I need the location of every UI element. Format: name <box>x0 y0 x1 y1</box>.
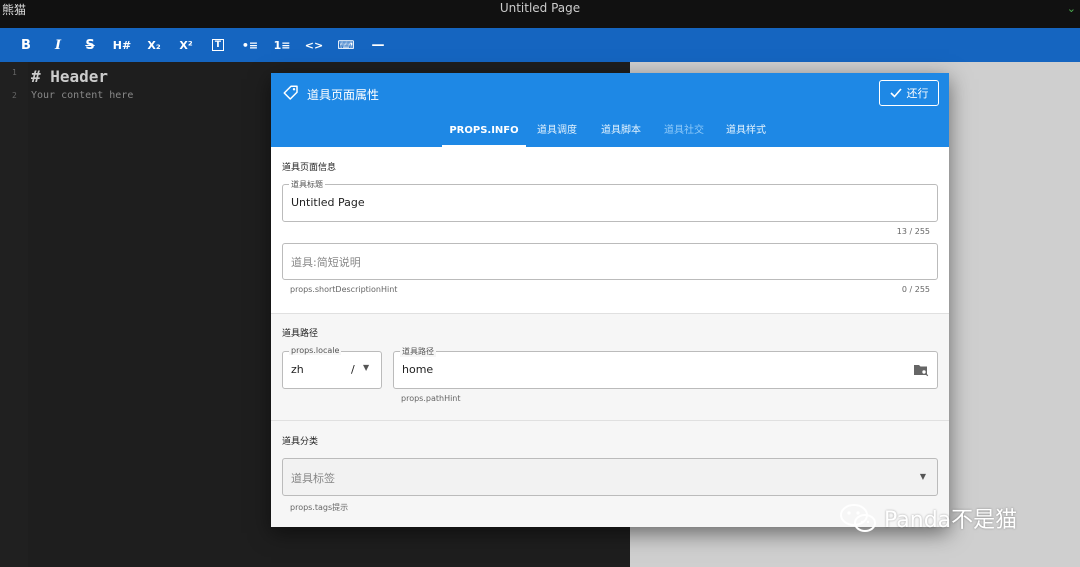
tag-icon <box>283 85 298 100</box>
wechat-icon <box>840 504 876 532</box>
tags-select[interactable]: 道具标签 ▼ <box>282 458 938 496</box>
tab-scripts[interactable]: 道具脚本 <box>597 115 645 147</box>
path-section: 道具路径 props.locale zh / ▼ 道具路径 home props… <box>271 314 949 420</box>
path-hint: props.pathHint <box>401 394 461 403</box>
section-title: 道具页面信息 <box>282 163 337 173</box>
tags-hint: props.tags提示 <box>290 503 349 512</box>
heading-icon: H# <box>112 38 132 52</box>
title-field-label: 道具标题 <box>289 179 325 190</box>
title-field[interactable]: 道具标题 Untitled Page <box>282 179 938 222</box>
superscript-button[interactable]: X² <box>170 31 202 59</box>
dropdown-arrow-icon: ▼ <box>363 363 370 372</box>
restore-label: 还行 <box>906 87 929 100</box>
restore-button[interactable]: 还行 <box>879 80 939 106</box>
dropdown-arrow-icon: ▼ <box>919 472 926 481</box>
dialog-tabs: PROPS.INFO 道具调度 道具脚本 道具社交 道具样式 <box>271 115 949 147</box>
path-input[interactable]: home <box>402 363 433 376</box>
strikethrough-button[interactable]: S <box>74 31 106 59</box>
check-icon <box>889 88 902 98</box>
info-section: 道具页面信息 道具标题 Untitled Page 13 / 255 道具:简短… <box>271 147 949 313</box>
text-box-button[interactable]: T <box>202 31 234 59</box>
heading-button[interactable]: H# <box>106 31 138 59</box>
locale-value: zh <box>291 363 304 376</box>
strikethrough-icon: S <box>85 37 95 53</box>
tab-scheduling[interactable]: 道具调度 <box>533 115 581 147</box>
italic-icon: I <box>54 37 62 53</box>
numbered-list-button[interactable]: 1≡ <box>266 31 298 59</box>
watermark-text: Panda不是猫 <box>884 508 1018 533</box>
short-description-placeholder: 道具:简短说明 <box>291 256 361 269</box>
line-gutter: 1 2 <box>0 62 28 567</box>
path-separator: / <box>351 363 355 376</box>
horizontal-rule-button[interactable]: — <box>362 31 394 59</box>
tab-social: 道具社交 <box>664 125 704 136</box>
editor-line[interactable]: Your content here <box>31 90 133 101</box>
short-description-field[interactable]: 道具:简短说明 <box>282 243 938 280</box>
section-title: 道具分类 <box>282 437 319 447</box>
subscript-button[interactable]: X₂ <box>138 31 170 59</box>
dialog-header: 道具页面属性 还行 <box>271 73 949 115</box>
text-box-icon: T <box>211 39 225 51</box>
path-field[interactable]: 道具路径 home <box>393 346 938 389</box>
dialog-title: 道具页面属性 <box>307 88 380 102</box>
superscript-icon: X² <box>179 38 193 52</box>
keyboard-button[interactable]: ⌨ <box>330 31 362 59</box>
italic-button[interactable]: I <box>42 31 74 59</box>
window-title: Untitled Page <box>499 1 581 15</box>
keyboard-icon: ⌨ <box>337 38 355 52</box>
watermark: Panda不是猫 <box>838 500 1017 536</box>
locale-label: props.locale <box>289 346 342 355</box>
tab-props-info[interactable]: PROPS.INFO <box>442 115 526 147</box>
section-title: 道具路径 <box>282 329 319 339</box>
bullet-list-icon: •≡ <box>241 38 259 52</box>
line-number: 2 <box>12 91 17 100</box>
path-field-label: 道具路径 <box>400 346 436 357</box>
window-titlebar: 熊猫 Untitled Page ⌄ <box>0 0 1080 28</box>
folder-search-icon[interactable] <box>914 364 929 377</box>
title-input[interactable]: Untitled Page <box>291 196 365 209</box>
numbered-list-icon: 1≡ <box>273 38 291 52</box>
subscript-icon: X₂ <box>147 38 161 52</box>
editor-line[interactable]: # Header <box>31 67 108 86</box>
line-number: 1 <box>12 68 17 77</box>
code-button[interactable]: <> <box>298 31 330 59</box>
tags-placeholder: 道具标签 <box>291 472 335 485</box>
horizontal-rule-icon: — <box>371 37 385 53</box>
bold-button[interactable]: B <box>10 31 42 59</box>
page-properties-dialog: 道具页面属性 还行 PROPS.INFO 道具调度 道具脚本 道具社交 道具样式… <box>271 73 949 527</box>
title-counter: 13 / 255 <box>896 227 930 236</box>
code-icon: <> <box>304 38 324 52</box>
bullet-list-button[interactable]: •≡ <box>234 31 266 59</box>
locale-select[interactable]: props.locale zh / ▼ <box>282 346 382 389</box>
chevron-down-icon[interactable]: ⌄ <box>1067 2 1076 15</box>
tab-styles[interactable]: 道具样式 <box>722 115 770 147</box>
bold-icon: B <box>21 37 31 53</box>
short-description-counter: 0 / 255 <box>901 285 930 294</box>
short-description-hint: props.shortDescriptionHint <box>290 285 398 294</box>
formatting-toolbar: B I S H# X₂ X² T •≡ 1≡ <> ⌨ — <box>0 28 1080 62</box>
